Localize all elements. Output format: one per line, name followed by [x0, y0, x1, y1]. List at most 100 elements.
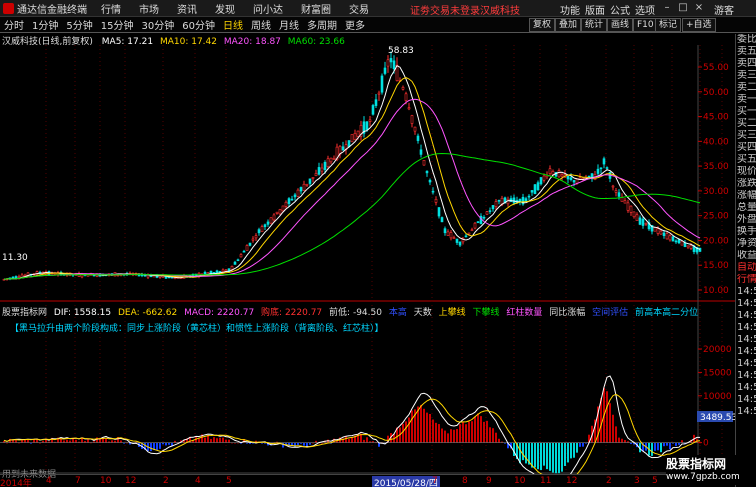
period-monthly[interactable]: 月线	[279, 17, 299, 32]
candle-body	[242, 250, 246, 253]
indicator-bar	[366, 437, 368, 443]
overlay-button[interactable]: 叠加	[555, 18, 582, 32]
indicator-bar	[441, 428, 443, 443]
indicator-bar	[495, 432, 497, 443]
candle-body	[689, 245, 693, 249]
period-daily[interactable]: 日线	[223, 17, 243, 32]
period-weekly[interactable]: 周线	[251, 17, 271, 32]
date-tick: 12	[566, 476, 578, 486]
period-15min[interactable]: 15分钟	[101, 17, 134, 32]
close-icon[interactable]: ×	[692, 1, 706, 15]
indicator-bar	[219, 437, 221, 443]
menu-shichang[interactable]: 市场	[139, 1, 159, 16]
candle-body	[290, 198, 294, 201]
candle-body	[467, 232, 471, 235]
side-panel-label: 现价	[737, 166, 756, 177]
fuquan-button[interactable]: 复权	[529, 18, 556, 32]
menu-banmian[interactable]: 版面	[585, 2, 605, 17]
period-30min[interactable]: 30分钟	[141, 17, 174, 32]
candle-body	[557, 170, 561, 178]
candle-body	[635, 214, 639, 221]
menu-hangqing[interactable]: 行情	[101, 1, 121, 16]
menu-xuanxiang[interactable]: 选项	[635, 2, 655, 17]
menu-zixun[interactable]: 资讯	[177, 1, 197, 16]
indicator-bar	[615, 426, 617, 443]
candle-body	[449, 232, 453, 239]
period-more[interactable]: 更多	[345, 17, 365, 32]
side-panel-label: 行情	[737, 274, 756, 285]
menu-faxian[interactable]: 发现	[215, 1, 235, 16]
stats-button[interactable]: 统计	[581, 18, 608, 32]
candle-body	[533, 184, 537, 195]
candle-body	[536, 182, 540, 190]
period-fenshi[interactable]: 分时	[4, 17, 24, 32]
side-panel-label: 买五	[737, 154, 756, 165]
indicator-bar	[471, 421, 473, 443]
candle-body	[662, 232, 666, 236]
candle-body	[431, 190, 435, 193]
candle-body	[221, 269, 225, 273]
candle-body	[407, 107, 411, 110]
f10-button[interactable]: F10	[633, 18, 658, 32]
candle-body	[569, 177, 573, 181]
menu-caifuquan[interactable]: 财富圈	[301, 1, 331, 16]
mark-button[interactable]: 标记	[655, 18, 682, 32]
indicator-bar	[576, 442, 578, 453]
label-erfenwei: 前高本高二分位	[635, 308, 699, 318]
ma10-line	[3, 77, 701, 280]
indicator-bar	[546, 442, 548, 470]
add-favorite-button[interactable]: +自选	[682, 18, 716, 32]
watermark-url: www.7gpzb.com	[666, 472, 740, 482]
candle-body	[494, 201, 498, 207]
indicator-bar	[159, 442, 161, 449]
menu-gongshi[interactable]: 公式	[610, 2, 630, 17]
menu-jiaoyi[interactable]: 交易	[349, 1, 369, 16]
indicator-bar	[477, 413, 479, 443]
price-tick-label: 45.00	[703, 113, 729, 123]
menu-gongneng[interactable]: 功能	[560, 2, 580, 17]
candle-body	[275, 211, 279, 214]
candle-body	[137, 274, 141, 277]
date-tick: 2	[606, 476, 612, 486]
period-5min[interactable]: 5分钟	[66, 17, 92, 32]
ma20-line	[3, 98, 701, 280]
menu-wenxiaoda[interactable]: 问小达	[253, 1, 283, 16]
indicator-bar	[303, 442, 305, 446]
candle-body	[311, 177, 315, 179]
menu-guest[interactable]: 游客	[714, 2, 734, 17]
candle-body	[530, 190, 534, 193]
indicator-bar	[609, 403, 611, 443]
price-axis: 55.00 50.00 45.00 40.00 35.00 30.00 25.00 20.00…	[698, 63, 729, 296]
candle-body	[587, 175, 591, 178]
indicator-bar	[537, 442, 539, 470]
period-multi[interactable]: 多周期	[307, 17, 337, 32]
candle-body	[611, 185, 615, 188]
candle-body	[317, 167, 321, 175]
draw-button[interactable]: 画线	[607, 18, 634, 32]
date-tick: 4	[195, 476, 201, 486]
side-panel-label: 总量	[737, 202, 756, 213]
candle-body	[626, 202, 630, 211]
period-60min[interactable]: 60分钟	[182, 17, 215, 32]
candle-body	[287, 198, 291, 204]
indicator-bar	[498, 438, 500, 443]
candle-body	[389, 58, 393, 63]
period-1min[interactable]: 1分钟	[32, 17, 58, 32]
indicator-bar	[153, 442, 155, 450]
maximize-icon[interactable]: □	[676, 1, 690, 15]
login-notice[interactable]: 证劵交易未登录	[410, 2, 480, 17]
side-panel-label: 14:50	[737, 394, 756, 405]
candle-body	[470, 229, 474, 232]
price-tick-label: 50.00	[703, 88, 729, 98]
peak-price-label: 58.83	[388, 46, 414, 56]
indicator-bar	[432, 419, 434, 443]
price-chart[interactable]: 55.00 50.00 45.00 40.00 35.00 30.00 25.00 20.00…	[0, 33, 735, 474]
candle-body	[410, 115, 414, 124]
indicator-header: 股票指标网 DIF: 1558.15 DEA: -662.62 MACD: 22…	[2, 305, 699, 318]
minimize-icon[interactable]: –	[660, 1, 674, 15]
indicator-bar	[573, 442, 575, 458]
date-tick: 7	[432, 476, 438, 486]
price-tick-label: 55.00	[703, 63, 729, 73]
candle-body	[674, 240, 678, 243]
candle-body	[623, 200, 627, 204]
